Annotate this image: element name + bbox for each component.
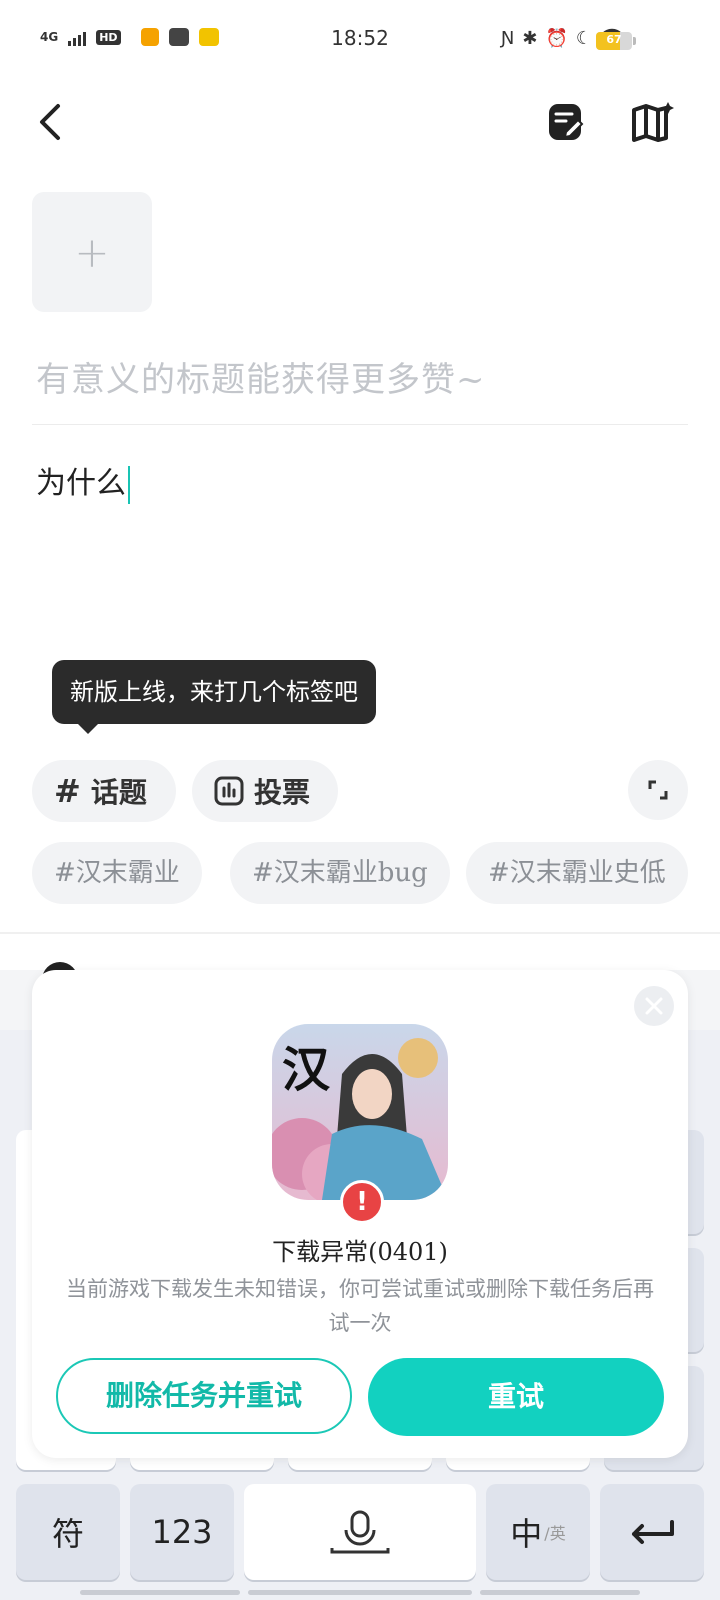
expand-button[interactable] — [628, 760, 688, 820]
divider — [0, 932, 720, 934]
symbol-key[interactable]: 符 — [16, 1484, 120, 1580]
add-image-button[interactable]: + — [32, 192, 152, 312]
chevron-left-icon — [40, 104, 60, 140]
title-input[interactable]: 有意义的标题能获得更多赞~ — [36, 352, 486, 401]
language-key-sub: /英 — [544, 1524, 566, 1543]
body-input[interactable]: 为什么 — [36, 458, 130, 504]
space-key[interactable] — [244, 1484, 476, 1580]
battery-nub — [633, 37, 636, 45]
edit-note-icon — [549, 104, 584, 140]
retry-button[interactable]: 重试 — [368, 1358, 664, 1436]
dialog-message: 当前游戏下载发生未知错误，你可尝试重试或删除下载任务后再试一次 — [66, 1277, 654, 1335]
divider — [32, 424, 688, 425]
expand-icon — [648, 780, 668, 800]
tag-tooltip: 新版上线，来打几个标签吧 — [52, 660, 376, 734]
moon-icon: ☾ — [575, 28, 592, 49]
status-bar: 4G HD 18:52 Ɲ ✱ ⏰ ☾ 67 — [0, 0, 720, 80]
back-button[interactable] — [30, 100, 74, 144]
close-icon — [645, 997, 663, 1015]
dialog-title: 下载异常(0401) — [272, 1238, 448, 1266]
language-key-label: 中 — [510, 1515, 543, 1553]
guide-button[interactable] — [630, 100, 674, 144]
warning-icon: ! — [340, 1180, 384, 1224]
body-text: 为什么 — [36, 466, 126, 501]
draft-button[interactable] — [544, 100, 588, 144]
suggested-tag[interactable]: #汉末霸业bug — [230, 842, 450, 904]
microphone-icon — [330, 1510, 390, 1554]
home-indicator — [80, 1590, 240, 1595]
hash-icon: # — [54, 772, 81, 810]
enter-key[interactable] — [600, 1484, 704, 1580]
topic-button[interactable]: # 话题 — [32, 760, 176, 822]
home-indicator — [480, 1590, 640, 1595]
home-indicator — [248, 1590, 472, 1595]
game-icon: 汉 — [272, 1024, 448, 1200]
plus-icon: + — [74, 227, 110, 277]
text-caret — [128, 466, 130, 504]
close-button[interactable] — [634, 986, 674, 1026]
bluetooth-icon: ✱ — [522, 28, 538, 49]
battery-level: 67 — [606, 33, 622, 46]
vote-button[interactable]: 投票 — [192, 760, 338, 822]
game-icon-char: 汉 — [282, 1042, 331, 1098]
battery-icon: 67 — [596, 32, 632, 50]
nfc-icon: Ɲ — [500, 28, 515, 49]
language-key[interactable]: 中/英 — [486, 1484, 590, 1580]
vote-label: 投票 — [254, 776, 311, 809]
enter-icon — [632, 1520, 674, 1544]
book-sparkle-icon — [632, 102, 674, 142]
suggested-tag[interactable]: #汉末霸业 — [32, 842, 202, 904]
vote-icon — [214, 776, 244, 806]
number-key[interactable]: 123 — [130, 1484, 234, 1580]
alarm-icon: ⏰ — [545, 28, 568, 49]
delete-and-retry-button[interactable]: 删除任务并重试 — [56, 1358, 352, 1434]
suggested-tag[interactable]: #汉末霸业史低 — [466, 842, 688, 904]
topic-label: 话题 — [90, 776, 147, 809]
